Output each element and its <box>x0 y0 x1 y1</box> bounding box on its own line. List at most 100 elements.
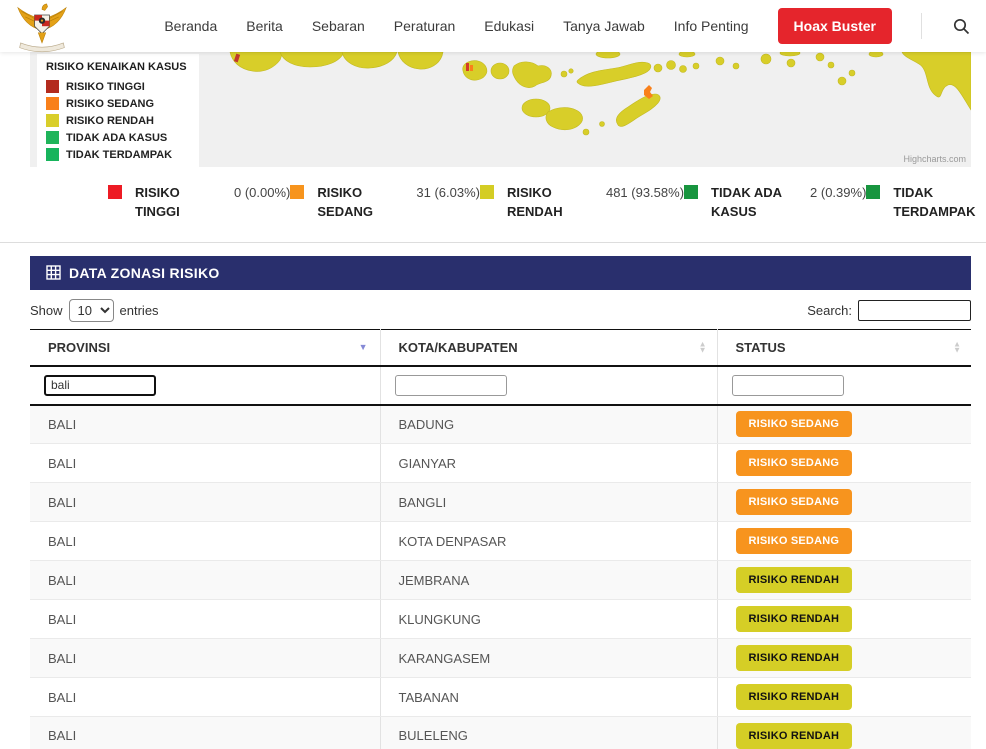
summary-label: RISIKO TINGGI <box>135 184 221 222</box>
summary-value: 481 (93.58%) <box>606 185 684 200</box>
table-row: BALITABANANRISIKO RENDAH <box>30 678 971 717</box>
nav-item-peraturan[interactable]: Peraturan <box>394 18 455 34</box>
sort-icon[interactable]: ▲▼ <box>953 341 961 353</box>
map-legend: RISIKO KENAIKAN KASUS RISIKO TINGGIRISIK… <box>37 54 199 170</box>
nav-divider <box>921 13 922 39</box>
page-size-select[interactable]: 10 <box>69 299 114 322</box>
entries-label: entries <box>120 303 159 318</box>
summary-swatch <box>684 185 698 199</box>
panel-title: DATA ZONASI RISIKO <box>69 265 220 281</box>
nav-item-sebaran[interactable]: Sebaran <box>312 18 365 34</box>
summary-label: TIDAK ADA KASUS <box>711 184 797 222</box>
cell-provinsi: BALI <box>30 639 380 678</box>
map-legend-item: RISIKO TINGGI <box>46 80 187 93</box>
cell-status: RISIKO SEDANG <box>717 444 971 483</box>
table-row: BALIBULELENGRISIKO RENDAH <box>30 717 971 749</box>
search-icon[interactable] <box>951 16 972 37</box>
map-legend-item: TIDAK ADA KASUS <box>46 131 187 144</box>
summary-label: RISIKO RENDAH <box>507 184 593 222</box>
cell-provinsi: BALI <box>30 678 380 717</box>
cell-status: RISIKO RENDAH <box>717 717 971 749</box>
cell-provinsi: BALI <box>30 522 380 561</box>
nav-item-info-penting[interactable]: Info Penting <box>674 18 749 34</box>
filter-status-input[interactable] <box>732 375 844 396</box>
legend-label: RISIKO TINGGI <box>66 81 145 93</box>
page-size-control: Show 10 entries <box>30 299 159 322</box>
filter-provinsi-input[interactable] <box>44 375 156 396</box>
table-search-control: Search: <box>807 300 971 321</box>
search-label: Search: <box>807 303 852 318</box>
status-badge: RISIKO RENDAH <box>736 606 853 632</box>
cell-kota: GIANYAR <box>380 444 717 483</box>
legend-swatch <box>46 80 59 93</box>
cell-provinsi: BALI <box>30 600 380 639</box>
table-row: BALIGIANYARRISIKO SEDANG <box>30 444 971 483</box>
nav-item-berita[interactable]: Berita <box>246 18 283 34</box>
garuda-pancasila-logo[interactable] <box>14 2 70 56</box>
sort-desc-icon[interactable]: ▼ <box>359 342 368 352</box>
table-row: BALIBADUNGRISIKO SEDANG <box>30 405 971 444</box>
summary-swatch <box>866 185 880 199</box>
cell-kota: JEMBRANA <box>380 561 717 600</box>
status-badge: RISIKO RENDAH <box>736 567 853 593</box>
map-legend-items: RISIKO TINGGI RISIKO SEDANG RISIKO RENDAH T… <box>46 80 187 161</box>
show-label: Show <box>30 303 63 318</box>
cell-provinsi: BALI <box>30 717 380 749</box>
map-legend-item: RISIKO RENDAH <box>46 114 187 127</box>
nav-item-beranda[interactable]: Beranda <box>164 18 217 34</box>
table-body: BALIBADUNGRISIKO SEDANGBALIGIANYARRISIKO… <box>30 405 971 749</box>
table-row: BALIKOTA DENPASARRISIKO SEDANG <box>30 522 971 561</box>
cell-status: RISIKO SEDANG <box>717 405 971 444</box>
cell-status: RISIKO SEDANG <box>717 522 971 561</box>
legend-label: TIDAK ADA KASUS <box>66 132 167 144</box>
column-header-status[interactable]: STATUS ▲▼ <box>717 329 971 366</box>
legend-label: TIDAK TERDAMPAK <box>66 149 172 161</box>
cell-status: RISIKO RENDAH <box>717 561 971 600</box>
table-filter-row <box>30 366 971 405</box>
cell-status: RISIKO RENDAH <box>717 600 971 639</box>
nav-item-tanya-jawab[interactable]: Tanya Jawab <box>563 18 645 34</box>
table-header-row: PROVINSI ▼ KOTA/KABUPATEN ▲▼ STATUS ▲▼ <box>30 329 971 366</box>
nav-item-edukasi[interactable]: Edukasi <box>484 18 534 34</box>
hoax-buster-button[interactable]: Hoax Buster <box>778 8 892 44</box>
cell-provinsi: BALI <box>30 561 380 600</box>
filter-kota-input[interactable] <box>395 375 507 396</box>
nav-links: Beranda Berita Sebaran Peraturan Edukasi Tany… <box>164 8 972 44</box>
sort-icon[interactable]: ▲▼ <box>699 341 707 353</box>
map-legend-item: TIDAK TERDAMPAK <box>46 148 187 161</box>
table-row: BALIKARANGASEM RISIKO RENDAH <box>30 639 971 678</box>
cell-provinsi: BALI <box>30 405 380 444</box>
status-badge: RISIKO RENDAH <box>736 645 853 671</box>
legend-label: RISIKO RENDAH <box>66 115 154 127</box>
table-controls: Show 10 entries Search: <box>30 299 971 322</box>
legend-label: RISIKO SEDANG <box>66 98 154 110</box>
section-divider <box>0 242 986 243</box>
column-header-kota[interactable]: KOTA/KABUPATEN ▲▼ <box>380 329 717 366</box>
status-badge: RISIKO RENDAH <box>736 684 853 710</box>
status-badge: RISIKO SEDANG <box>736 489 853 515</box>
table-row: BALIKLUNGKUNGRISIKO RENDAH <box>30 600 971 639</box>
status-badge: RISIKO SEDANG <box>736 528 853 554</box>
map-legend-item: RISIKO SEDANG <box>46 97 187 110</box>
status-badge: RISIKO SEDANG <box>736 411 853 437</box>
summary-swatch <box>108 185 122 199</box>
cell-kota: KARANGASEM <box>380 639 717 678</box>
highcharts-credit[interactable]: Highcharts.com <box>903 154 966 164</box>
column-header-provinsi[interactable]: PROVINSI ▼ <box>30 329 380 366</box>
summary-swatch <box>480 185 494 199</box>
summary-item: TIDAK TERDAMPAK0 (0.00%) <box>866 184 986 222</box>
summary-item: TIDAK ADA KASUS 2 (0.39%) <box>684 184 866 222</box>
map-legend-title: RISIKO KENAIKAN KASUS <box>46 61 187 73</box>
data-zonasi-panel-header: DATA ZONASI RISIKO <box>30 256 971 290</box>
legend-swatch <box>46 97 59 110</box>
table-search-input[interactable] <box>858 300 971 321</box>
summary-value: 2 (0.39%) <box>810 185 866 200</box>
summary-value: 31 (6.03%) <box>416 185 480 200</box>
cell-provinsi: BALI <box>30 483 380 522</box>
summary-label: TIDAK TERDAMPAK <box>893 184 979 222</box>
table-grid-icon <box>46 265 61 280</box>
status-badge: RISIKO SEDANG <box>736 450 853 476</box>
cell-kota: BULELENG <box>380 717 717 749</box>
legend-swatch <box>46 131 59 144</box>
summary-value: 0 (0.00%) <box>234 185 290 200</box>
